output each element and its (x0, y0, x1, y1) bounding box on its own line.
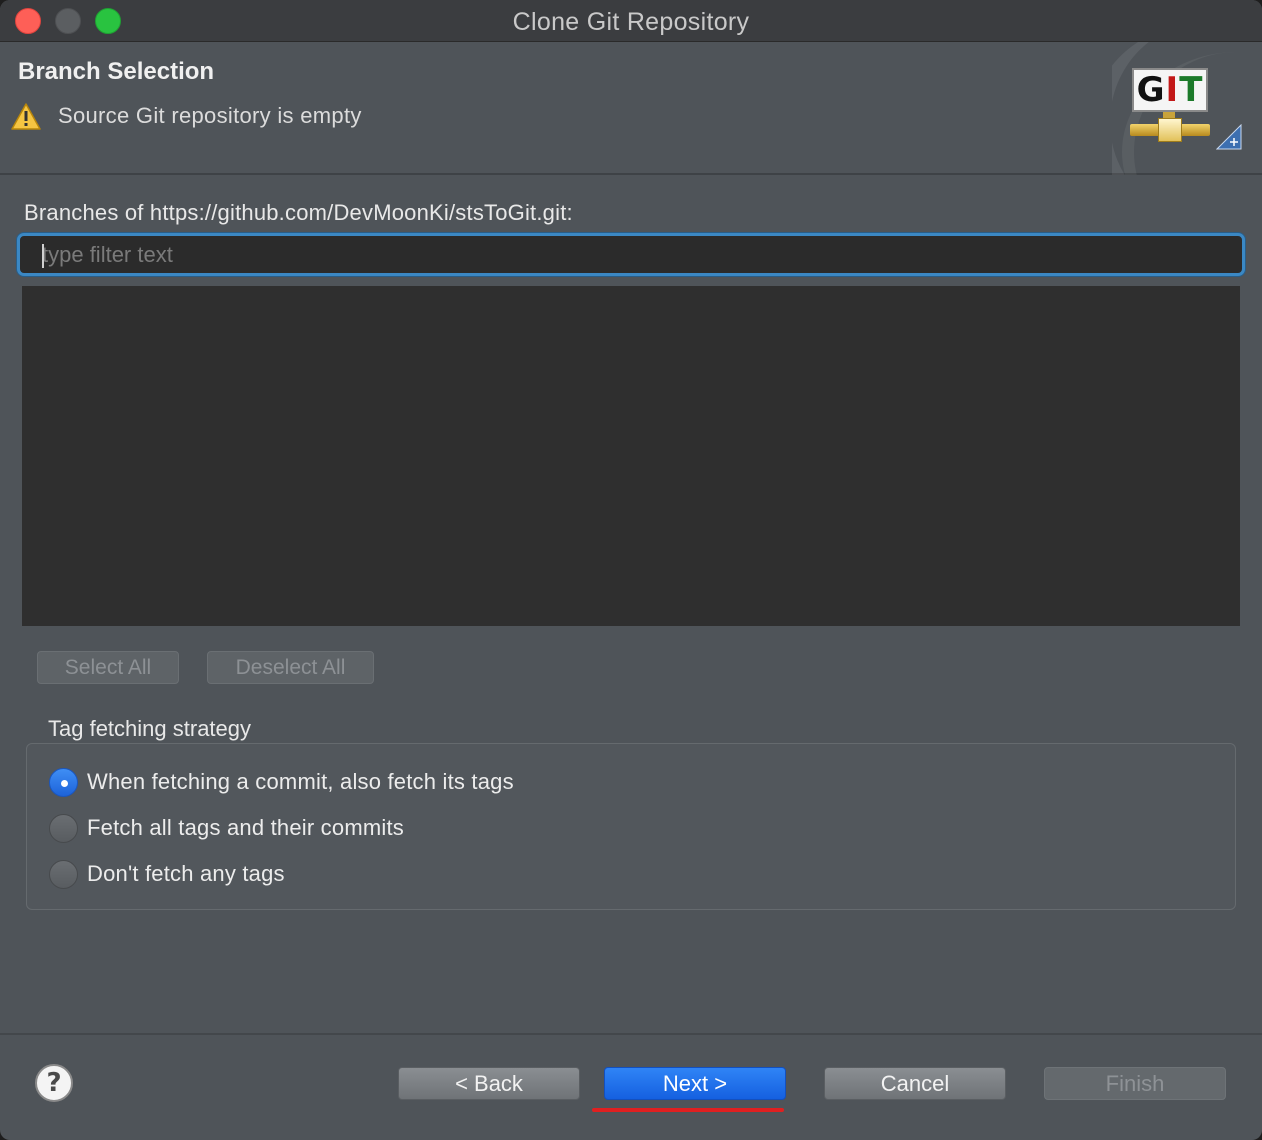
git-logo-letter: G (1136, 70, 1166, 110)
status-message: Source Git repository is empty (58, 103, 362, 128)
cancel-button[interactable]: Cancel (824, 1067, 1006, 1100)
radio-label: Fetch all tags and their commits (87, 815, 404, 840)
wizard-header: Branch Selection Source Git repository i… (0, 42, 1262, 175)
radio-label: Don't fetch any tags (87, 861, 285, 886)
pipe-junction-icon (1158, 118, 1182, 142)
radio-fetch-commit-tags[interactable]: When fetching a commit, also fetch its t… (49, 766, 514, 798)
help-icon[interactable]: ? (35, 1064, 73, 1102)
branches-label: Branches of https://github.com/DevMoonKi… (24, 200, 573, 225)
radio-fetch-all-tags[interactable]: Fetch all tags and their commits (49, 812, 404, 844)
radio-label: When fetching a commit, also fetch its t… (87, 769, 514, 794)
tag-strategy-group: When fetching a commit, also fetch its t… (26, 743, 1236, 910)
wizard-new-icon (1216, 124, 1242, 150)
select-all-button: Select All (37, 651, 179, 684)
finish-button: Finish (1044, 1067, 1226, 1100)
warning-icon (11, 103, 41, 130)
footer-divider (0, 1033, 1262, 1035)
dialog-window: Clone Git Repository Branch Selection So… (0, 0, 1262, 1140)
text-caret (42, 244, 44, 268)
window-title: Clone Git Repository (512, 8, 750, 36)
radio-button-selected[interactable] (49, 767, 78, 797)
git-wizard-banner: GIT (1112, 42, 1262, 175)
page-title: Branch Selection (18, 58, 215, 85)
deselect-all-button: Deselect All (207, 651, 374, 684)
git-logo-letter: T (1179, 70, 1204, 110)
git-logo: GIT (1132, 68, 1208, 112)
branch-list[interactable] (22, 286, 1240, 626)
back-button[interactable]: < Back (398, 1067, 580, 1100)
next-button[interactable]: Next > (604, 1067, 786, 1100)
branch-filter-field[interactable] (17, 233, 1245, 276)
annotation-underline (592, 1108, 784, 1112)
branch-filter-input[interactable] (20, 236, 1242, 273)
radio-no-tags[interactable]: Don't fetch any tags (49, 858, 285, 890)
radio-button[interactable] (49, 859, 78, 889)
tag-strategy-label: Tag fetching strategy (48, 716, 252, 741)
git-logo-letter: I (1165, 70, 1180, 110)
title-bar: Clone Git Repository (0, 0, 1262, 42)
radio-button[interactable] (49, 813, 78, 843)
